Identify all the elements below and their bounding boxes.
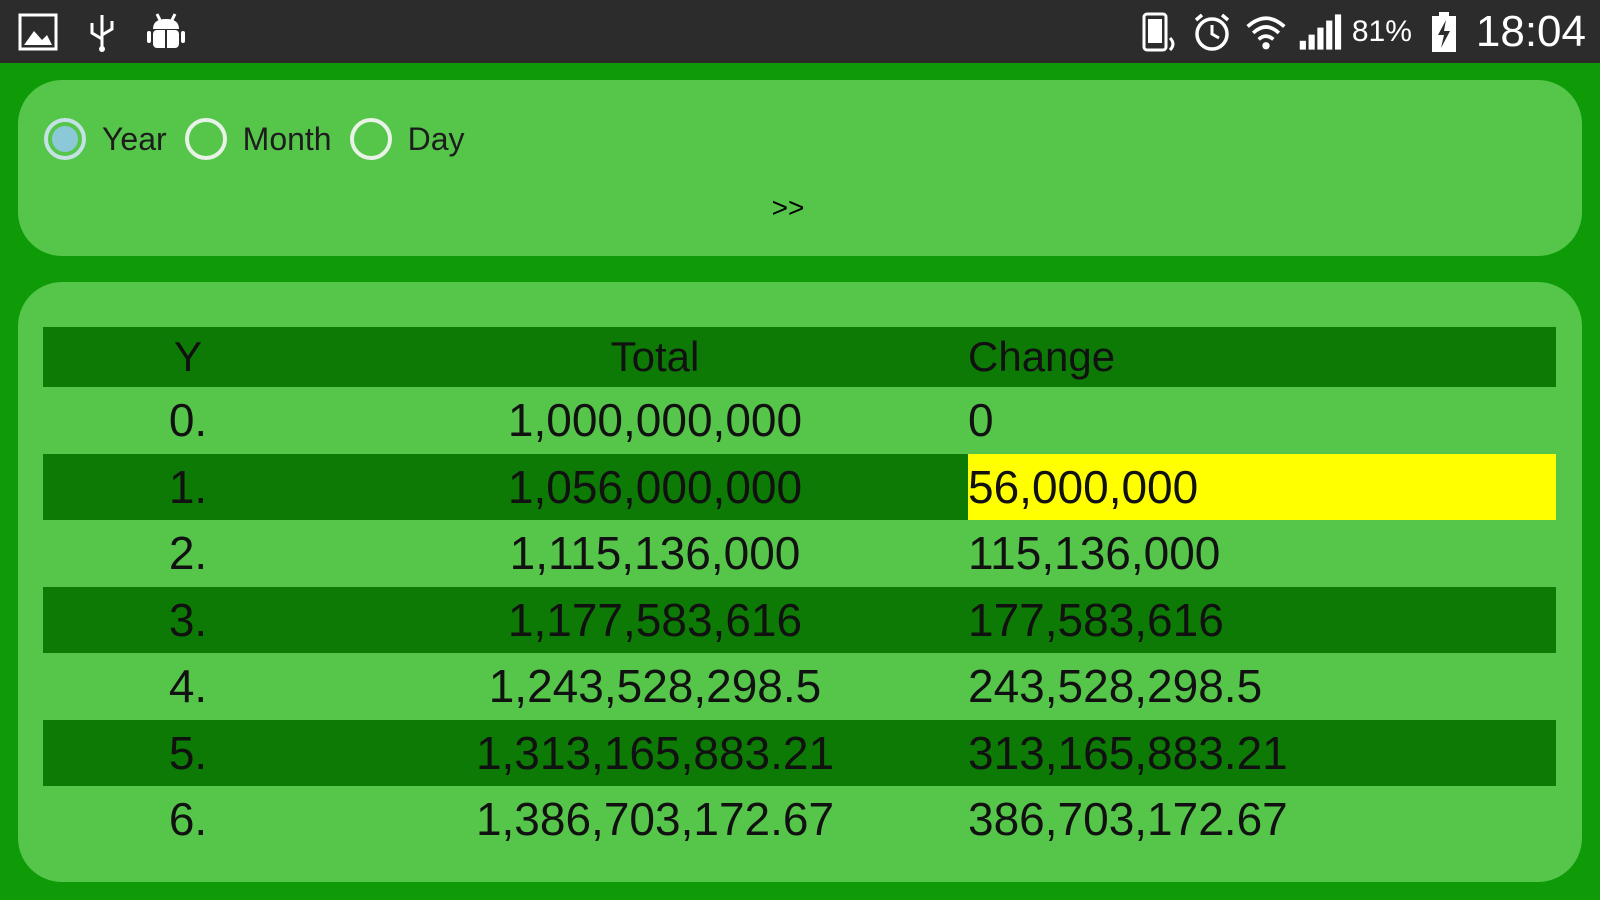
cell-change: 313,165,883.21 — [968, 726, 1288, 779]
table-row: 1. 1,056,000,000 56,000,000 — [43, 453, 1556, 520]
cell-total: 1,177,583,616 — [507, 593, 803, 646]
radio-year-label[interactable]: Year — [102, 121, 167, 158]
table-row: 3. 1,177,583,616 177,583,616 — [43, 586, 1556, 653]
wifi-icon — [1244, 10, 1288, 54]
table-row: 2. 1,115,136,000 115,136,000 — [43, 520, 1556, 587]
cell-total: 1,056,000,000 — [507, 460, 803, 513]
android-debug-icon — [144, 10, 188, 54]
radio-month-label[interactable]: Month — [243, 121, 332, 158]
image-icon — [16, 10, 60, 54]
cell-y: 3. — [168, 593, 208, 646]
results-panel: Y Total Change 0. 1,000,000,000 0 1. 1,0… — [18, 282, 1582, 882]
radio-year[interactable]: Year — [44, 118, 167, 160]
cell-total: 1,313,165,883.21 — [475, 726, 835, 779]
cell-y: 4. — [168, 660, 208, 713]
radio-month-circle[interactable] — [184, 118, 227, 160]
cell-change: 243,528,298.5 — [968, 660, 1263, 713]
next-button[interactable]: >> — [758, 186, 818, 230]
cell-total: 1,000,000,000 — [507, 394, 803, 447]
table-row: 6. 1,386,703,172.67 386,703,172.67 — [43, 786, 1556, 853]
cell-y: 1. — [168, 460, 208, 513]
table-header-row: Y Total Change — [43, 327, 1556, 387]
radio-day[interactable]: Day — [349, 118, 465, 160]
cell-total: 1,386,703,172.67 — [475, 793, 835, 846]
alarm-icon — [1190, 10, 1234, 54]
cell-y: 5. — [168, 726, 208, 779]
battery-charging-icon — [1422, 10, 1466, 54]
cell-total: 1,115,136,000 — [509, 527, 801, 580]
radio-year-circle[interactable] — [44, 118, 86, 160]
header-total: Total — [610, 333, 700, 380]
cell-change-highlighted: 56,000,000 — [968, 453, 1556, 520]
cell-change: 0 — [968, 394, 994, 447]
cell-y: 0. — [168, 394, 208, 447]
radio-day-label[interactable]: Day — [408, 121, 465, 158]
results-table: Y Total Change 0. 1,000,000,000 0 1. 1,0… — [43, 327, 1556, 853]
cell-total: 1,243,528,298.5 — [488, 660, 822, 713]
cell-y: 6. — [168, 793, 208, 846]
signal-icon — [1298, 10, 1342, 54]
radio-selected-dot — [52, 126, 78, 152]
cell-y: 2. — [168, 527, 208, 580]
clock: 18:04 — [1475, 7, 1586, 56]
period-selector-panel: Year Month Day >> — [18, 80, 1582, 256]
table-row: 5. 1,313,165,883.21 313,165,883.21 — [43, 719, 1556, 786]
battery-percent: 81% — [1351, 15, 1412, 48]
radio-month[interactable]: Month — [184, 118, 332, 160]
cell-change: 177,583,616 — [968, 593, 1224, 646]
table-row: 4. 1,243,528,298.5 243,528,298.5 — [43, 653, 1556, 720]
cell-change: 115,136,000 — [968, 527, 1221, 580]
table-row: 0. 1,000,000,000 0 — [43, 387, 1556, 454]
usb-icon — [80, 10, 124, 54]
header-y: Y — [173, 333, 202, 380]
status-bar: 81% 18:04 — [0, 0, 1600, 63]
radio-day-circle[interactable] — [349, 118, 392, 160]
rotation-icon — [1136, 10, 1180, 54]
period-radio-group: Year Month Day — [44, 118, 483, 160]
header-change: Change — [968, 333, 1116, 380]
cell-change: 386,703,172.67 — [968, 793, 1288, 846]
